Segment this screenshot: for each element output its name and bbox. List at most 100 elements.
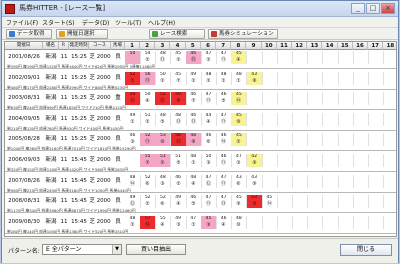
race-row[interactable]: 2006/09/03 新潟 11 15:45 芝 2000 良 55 ⑦ 51 ② 51 ⑤ 48 ① 50…: [5, 154, 396, 167]
horse-cell[interactable]: 46 ⑥: [201, 133, 217, 147]
horse-cell[interactable]: [247, 112, 263, 126]
horse-cell[interactable]: [292, 92, 309, 106]
horse-cell[interactable]: [262, 174, 278, 188]
horse-cell[interactable]: 51 ⑤: [171, 154, 187, 167]
horse-cell[interactable]: 48 ⑩: [231, 215, 248, 229]
horse-cell[interactable]: [368, 51, 385, 64]
horse-cell[interactable]: [353, 71, 369, 85]
horse-cell[interactable]: 50: [125, 51, 141, 64]
horse-cell[interactable]: [323, 215, 339, 229]
horse-cell[interactable]: 45 ②: [171, 51, 187, 64]
horse-cell[interactable]: 46 ⑬: [186, 112, 202, 126]
header-num[interactable]: 4: [171, 42, 186, 50]
horse-cell[interactable]: 46 ⑮: [185, 51, 202, 64]
header-time[interactable]: 発走時刻: [69, 42, 89, 50]
horse-cell[interactable]: [353, 215, 369, 229]
horse-cell[interactable]: [277, 92, 293, 106]
horse-cell[interactable]: 52 ①: [125, 71, 141, 85]
horse-cell[interactable]: 49 ③: [171, 215, 187, 229]
horse-cell[interactable]: 46 ⑦: [186, 92, 202, 106]
horse-cell[interactable]: [383, 72, 396, 85]
header-venue[interactable]: 場名: [43, 42, 59, 50]
header-track[interactable]: 馬場: [111, 42, 125, 50]
horse-cell[interactable]: [323, 92, 339, 106]
horse-cell[interactable]: [383, 195, 396, 208]
horse-cell[interactable]: 53 ③: [246, 195, 263, 209]
horse-cell[interactable]: 56 ⑪: [140, 71, 157, 85]
header-num[interactable]: 1: [125, 42, 140, 50]
header-num[interactable]: 14: [323, 42, 338, 50]
header-num[interactable]: 3: [155, 42, 171, 50]
horse-cell[interactable]: 47 ①: [186, 215, 202, 229]
horse-cell[interactable]: [323, 112, 339, 126]
horse-cell[interactable]: 48 ⑭: [125, 174, 141, 188]
horse-cell[interactable]: [368, 174, 385, 188]
menu-tools[interactable]: ツール(T): [115, 18, 141, 27]
horse-cell[interactable]: [277, 215, 293, 229]
horse-cell[interactable]: 43 ⑥: [231, 174, 248, 188]
horse-cell[interactable]: 48 ②: [125, 215, 141, 229]
horse-cell[interactable]: [307, 133, 324, 147]
horse-cell[interactable]: [292, 112, 309, 126]
horse-cell[interactable]: [383, 51, 396, 64]
horse-cell[interactable]: 51 ②: [155, 154, 172, 167]
horse-cell[interactable]: [323, 195, 339, 209]
horse-cell[interactable]: [307, 71, 324, 85]
horse-cell[interactable]: 47 ⑬: [216, 195, 233, 209]
date-select-button[interactable]: 開催日選択: [56, 29, 108, 39]
horse-cell[interactable]: 44 ④: [201, 112, 217, 126]
horse-cell[interactable]: 47 ⑫: [201, 174, 217, 188]
horse-cell[interactable]: [323, 71, 339, 85]
horse-cell[interactable]: [277, 133, 293, 147]
race-row[interactable]: 2002/09/01 新潟 11 15:25 芝 2000 良 52 ① 56 ⑪ 50 ② 45 ⑦ 49…: [5, 71, 396, 85]
horse-cell[interactable]: 48 ⑧: [185, 133, 202, 147]
horse-cell[interactable]: [338, 92, 354, 106]
horse-cell[interactable]: 45 ⑩: [231, 112, 248, 126]
horse-cell[interactable]: [353, 92, 369, 106]
horse-cell[interactable]: 46 ③: [125, 133, 141, 147]
horse-cell[interactable]: 52 ⑥: [140, 174, 157, 188]
header-num[interactable]: 17: [368, 42, 384, 50]
horse-cell[interactable]: [277, 195, 293, 209]
horse-cell[interactable]: 46 ②: [171, 174, 187, 188]
horse-cell[interactable]: [247, 133, 263, 147]
horse-cell[interactable]: [353, 154, 369, 167]
horse-cell[interactable]: [323, 133, 339, 147]
horse-cell[interactable]: [307, 112, 324, 126]
horse-cell[interactable]: 45 ②: [231, 133, 248, 147]
horse-cell[interactable]: [262, 133, 278, 147]
horse-cell[interactable]: [383, 216, 396, 229]
horse-cell[interactable]: 45 ③: [201, 215, 217, 229]
horse-cell[interactable]: [277, 71, 293, 85]
horse-cell[interactable]: [338, 154, 354, 167]
horse-cell[interactable]: [338, 51, 354, 64]
header-date[interactable]: 開催日: [5, 42, 43, 50]
horse-cell[interactable]: 50 ②: [155, 71, 172, 85]
horse-cell[interactable]: 48 ②: [201, 71, 217, 85]
horse-cell[interactable]: 48 ⑬: [155, 51, 172, 64]
horse-cell[interactable]: 51 ②: [140, 112, 157, 126]
header-num[interactable]: 11: [277, 42, 292, 50]
horse-cell[interactable]: [353, 112, 369, 126]
header-num[interactable]: 18: [383, 42, 396, 50]
horse-cell[interactable]: [125, 154, 141, 167]
horse-cell[interactable]: [353, 195, 369, 209]
horse-cell[interactable]: [262, 71, 278, 85]
horse-cell[interactable]: 47 ⑪: [216, 174, 233, 188]
header-num[interactable]: 5: [186, 42, 201, 50]
horse-cell[interactable]: [338, 174, 354, 188]
horse-cell[interactable]: 46 ④: [216, 215, 233, 229]
data-fetch-button[interactable]: データ取得: [6, 29, 52, 39]
horse-cell[interactable]: [368, 195, 385, 209]
horse-cell[interactable]: [368, 133, 385, 147]
race-row[interactable]: 2009/08/30 新潟 11 15:45 芝 2000 良 48 ② 57 ⑭ 55 ④ 49 ③ 47…: [5, 215, 396, 229]
horse-cell[interactable]: [307, 51, 324, 64]
horse-cell[interactable]: 50 ④: [140, 92, 157, 106]
horse-cell[interactable]: 54 ②: [140, 51, 157, 64]
menu-start[interactable]: スタート(S): [42, 18, 75, 27]
horse-cell[interactable]: [307, 215, 324, 229]
horse-cell[interactable]: 48 ①: [186, 154, 202, 167]
horse-cell[interactable]: 47 ②: [201, 51, 217, 64]
horse-cell[interactable]: [262, 92, 278, 106]
horse-cell[interactable]: 52 ⑪: [140, 133, 157, 147]
